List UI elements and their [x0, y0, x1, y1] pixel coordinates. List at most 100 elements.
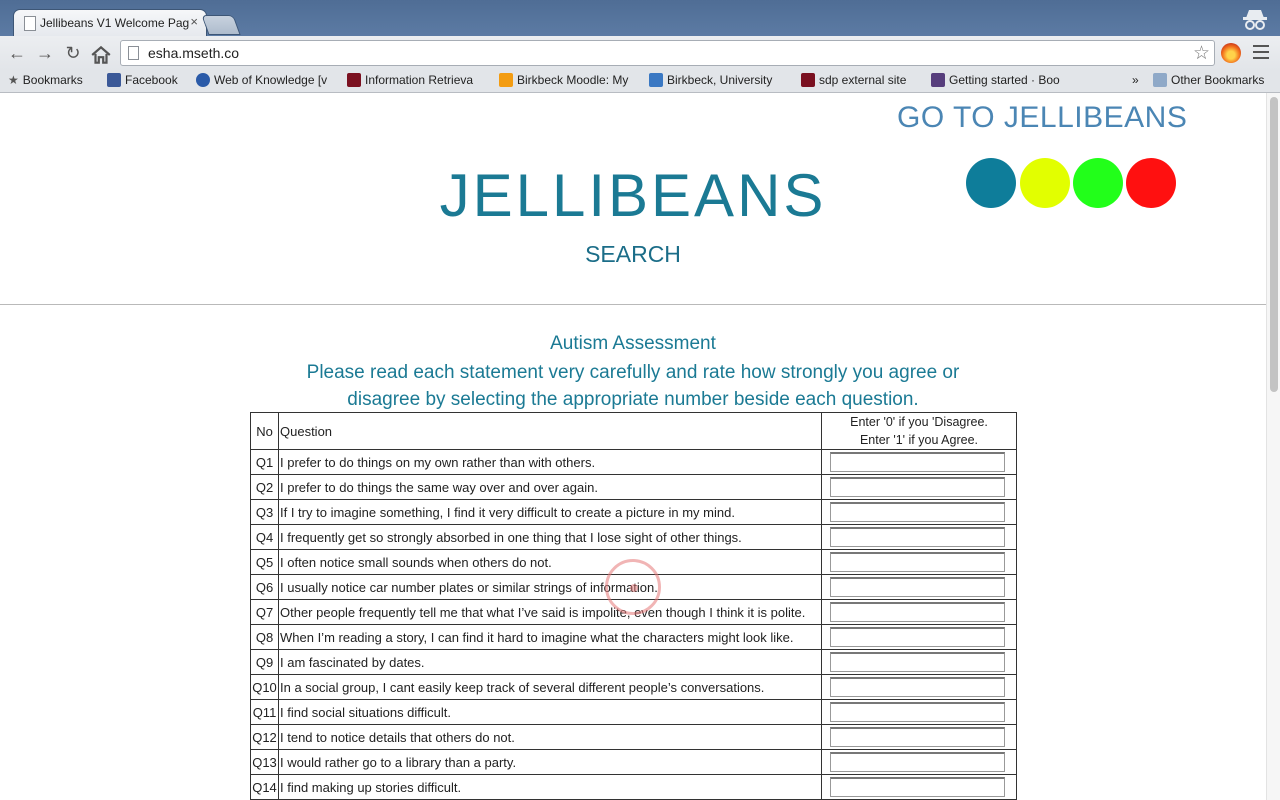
question-text: If I try to imagine something, I find it… — [278, 499, 822, 525]
question-number: Q14 — [250, 774, 279, 800]
answer-input[interactable] — [830, 627, 1005, 647]
bookmark-item[interactable]: Birkbeck, University — [649, 73, 781, 89]
browser-toolbar: ← → ↻ esha.mseth.co ☆ — [0, 36, 1280, 70]
question-text: I prefer to do things the same way over … — [278, 474, 822, 500]
answer-cell — [821, 774, 1017, 800]
answer-input[interactable] — [830, 727, 1005, 747]
question-number: Q2 — [250, 474, 279, 500]
bookmark-star-icon[interactable]: ☆ — [1193, 42, 1210, 65]
answer-input[interactable] — [830, 527, 1005, 547]
table-row: Q9 I am fascinated by dates. — [250, 649, 1017, 675]
bootstrap-icon — [931, 73, 945, 87]
web-page: GO TO JELLIBEANS JELLIBEANS SEARCH Autis… — [0, 93, 1266, 800]
new-tab-button[interactable] — [202, 16, 240, 34]
browser-tab[interactable]: Jellibeans V1 Welcome Pag × — [14, 10, 206, 36]
answer-input[interactable] — [830, 752, 1005, 772]
moodle-icon — [499, 73, 513, 87]
reload-icon[interactable]: ↻ — [62, 43, 84, 63]
bookmark-item[interactable]: Information Retrieva — [347, 73, 480, 89]
address-bar[interactable]: esha.mseth.co ☆ — [120, 40, 1215, 66]
answer-cell — [821, 649, 1017, 675]
answer-input[interactable] — [830, 602, 1005, 622]
table-header-row: No Question Enter '0' if you 'Disagree. … — [250, 412, 1017, 450]
answer-header-line2: Enter '1' if you Agree. — [859, 433, 979, 447]
incognito-icon — [1243, 10, 1267, 30]
tab-title: Jellibeans V1 Welcome Pag — [40, 16, 190, 30]
calendar-icon — [649, 73, 663, 87]
answer-header-line1: Enter '0' if you 'Disagree. — [850, 415, 988, 429]
search-link[interactable]: SEARCH — [0, 241, 1266, 268]
star-icon: ★ — [8, 73, 19, 87]
question-text: In a social group, I cant easily keep tr… — [278, 674, 822, 700]
answer-cell — [821, 624, 1017, 650]
bookmarks-overflow-button[interactable]: » — [1132, 73, 1139, 89]
bookmark-item[interactable]: ★ Bookmarks — [8, 73, 83, 89]
bookmark-item[interactable]: Getting started · Boo — [931, 73, 1067, 89]
answer-cell — [821, 574, 1017, 600]
extension-icon[interactable] — [1221, 43, 1241, 63]
bookmarks-bar: ★ Bookmarks Facebook Web of Knowledge [v … — [0, 70, 1280, 93]
table-row: Q14 I find making up stories difficult. — [250, 774, 1017, 800]
answer-cell — [821, 599, 1017, 625]
back-arrow-icon[interactable]: ← — [6, 43, 28, 63]
bookmark-item[interactable]: Facebook — [107, 73, 178, 89]
column-header-question: Question — [278, 412, 822, 450]
question-text: I find making up stories difficult. — [278, 774, 822, 800]
bookmark-item[interactable]: sdp external site — [801, 73, 906, 89]
menu-icon[interactable] — [1253, 45, 1269, 59]
other-bookmarks-folder[interactable]: Other Bookmarks — [1153, 73, 1264, 89]
scrollbar-thumb[interactable] — [1270, 97, 1278, 392]
answer-cell — [821, 449, 1017, 475]
browser-tab-strip: Jellibeans V1 Welcome Pag × — [0, 0, 1280, 36]
facebook-icon — [107, 73, 121, 87]
question-number: Q1 — [250, 449, 279, 475]
close-tab-icon[interactable]: × — [190, 14, 198, 29]
answer-input[interactable] — [830, 552, 1005, 572]
question-number: Q10 — [250, 674, 279, 700]
question-number: Q5 — [250, 549, 279, 575]
table-row: Q11 I find social situations difficult. — [250, 699, 1017, 725]
column-header-no: No — [250, 412, 279, 450]
answer-cell — [821, 699, 1017, 725]
answer-input[interactable] — [830, 502, 1005, 522]
answer-input[interactable] — [830, 477, 1005, 497]
table-row: Q2 I prefer to do things the same way ove… — [250, 474, 1017, 500]
table-row: Q3 If I try to imagine something, I find … — [250, 499, 1017, 525]
table-row: Q1 I prefer to do things on my own rather… — [250, 449, 1017, 475]
question-text: I frequently get so strongly absorbed in… — [278, 524, 822, 550]
forward-arrow-icon[interactable]: → — [34, 43, 56, 63]
question-number: Q6 — [250, 574, 279, 600]
question-text: I would rather go to a library than a pa… — [278, 749, 822, 775]
question-number: Q4 — [250, 524, 279, 550]
birkbeck-icon — [801, 73, 815, 87]
answer-input[interactable] — [830, 452, 1005, 472]
question-text: I find social situations difficult. — [278, 699, 822, 725]
question-text: I often notice small sounds when others … — [278, 549, 822, 575]
question-text: I usually notice car number plates or si… — [278, 574, 822, 600]
answer-input[interactable] — [830, 677, 1005, 697]
table-row: Q4 I frequently get so strongly absorbed … — [250, 524, 1017, 550]
table-row: Q13 I would rather go to a library than a… — [250, 749, 1017, 775]
answer-input[interactable] — [830, 577, 1005, 597]
answer-cell — [821, 749, 1017, 775]
folder-icon — [1153, 73, 1167, 87]
goto-jellibeans-link[interactable]: GO TO JELLIBEANS — [897, 101, 1187, 135]
answer-cell — [821, 499, 1017, 525]
bookmark-item[interactable]: Birkbeck Moodle: My — [499, 73, 633, 89]
question-text: I prefer to do things on my own rather t… — [278, 449, 822, 475]
answer-input[interactable] — [830, 652, 1005, 672]
table-row: Q8 When I’m reading a story, I can find i… — [250, 624, 1017, 650]
answer-cell — [821, 674, 1017, 700]
bookmark-item[interactable]: Web of Knowledge [v — [196, 73, 331, 89]
answer-cell — [821, 724, 1017, 750]
question-number: Q12 — [250, 724, 279, 750]
home-icon[interactable] — [90, 45, 112, 65]
url-text[interactable]: esha.mseth.co — [148, 45, 239, 61]
answer-cell — [821, 549, 1017, 575]
answer-input[interactable] — [830, 777, 1005, 797]
page-scrollbar[interactable] — [1266, 93, 1280, 800]
brand-title: JELLIBEANS — [439, 162, 827, 229]
question-text: Other people frequently tell me that wha… — [278, 599, 822, 625]
page-icon — [128, 46, 139, 60]
answer-input[interactable] — [830, 702, 1005, 722]
